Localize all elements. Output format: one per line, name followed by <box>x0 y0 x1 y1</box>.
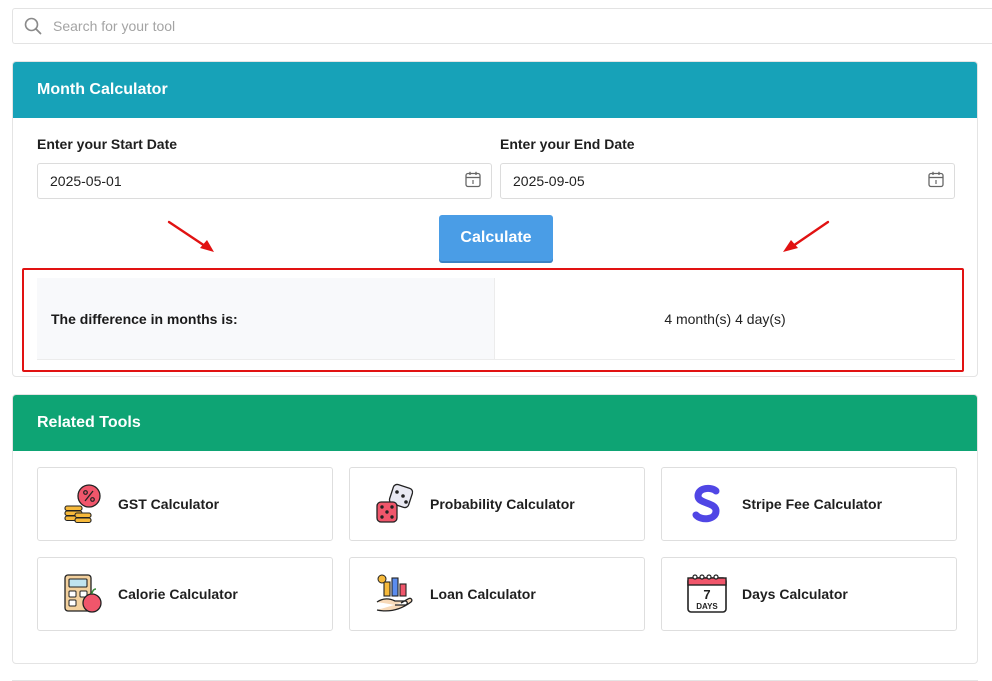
month-calculator-title: Month Calculator <box>13 62 977 118</box>
tool-name: Calorie Calculator <box>118 586 238 602</box>
calendar-icon[interactable] <box>928 171 944 191</box>
tool-days-calculator[interactable]: 7 DAYS Days Calculator <box>661 557 957 631</box>
tool-gst-calculator[interactable]: GST Calculator <box>37 467 333 541</box>
result-label: The difference in months is: <box>37 278 495 359</box>
tool-loan-calculator[interactable]: Loan Calculator <box>349 557 645 631</box>
start-date-input[interactable]: 2025-05-01 <box>37 163 492 199</box>
end-date-value: 2025-09-05 <box>513 173 585 189</box>
tool-calorie-calculator[interactable]: Calorie Calculator <box>37 557 333 631</box>
calorie-calculator-icon <box>58 569 108 619</box>
result-value: 4 month(s) 4 day(s) <box>664 310 786 327</box>
gst-coins-icon <box>58 479 108 529</box>
calendar-word: DAYS <box>696 602 718 611</box>
end-date-input[interactable]: 2025-09-05 <box>500 163 955 199</box>
calculate-button[interactable]: Calculate <box>439 215 553 261</box>
tool-probability-calculator[interactable]: Probability Calculator <box>349 467 645 541</box>
search-input[interactable] <box>53 18 753 34</box>
related-tools-card: Related Tools GST Calculator Probability… <box>12 394 978 664</box>
tool-name: Loan Calculator <box>430 586 536 602</box>
stripe-logo-icon <box>682 479 732 529</box>
dice-icon <box>370 479 420 529</box>
start-date-label: Enter your Start Date <box>37 136 178 152</box>
search-bar[interactable] <box>12 8 992 44</box>
search-icon <box>13 17 53 35</box>
calendar-icon[interactable] <box>465 171 481 191</box>
tool-name: Stripe Fee Calculator <box>742 496 883 512</box>
tool-name: Probability Calculator <box>430 496 575 512</box>
calendar-number: 7 <box>703 587 710 602</box>
tool-name: GST Calculator <box>118 496 220 512</box>
end-date-label: Enter your End Date <box>500 136 635 152</box>
related-tools-grid: GST Calculator Probability Calculator St… <box>37 467 957 631</box>
start-date-value: 2025-05-01 <box>50 173 122 189</box>
month-calculator-card: Month Calculator Enter your Start Date 2… <box>12 61 978 377</box>
loan-hand-icon <box>370 569 420 619</box>
tool-name: Days Calculator <box>742 586 848 602</box>
result-table: The difference in months is: 4 month(s) … <box>37 278 955 360</box>
related-tools-title: Related Tools <box>13 395 977 451</box>
page: Month Calculator Enter your Start Date 2… <box>0 0 992 681</box>
tool-stripe-fee-calculator[interactable]: Stripe Fee Calculator <box>661 467 957 541</box>
calendar-7-days-icon: 7 DAYS <box>682 569 732 619</box>
